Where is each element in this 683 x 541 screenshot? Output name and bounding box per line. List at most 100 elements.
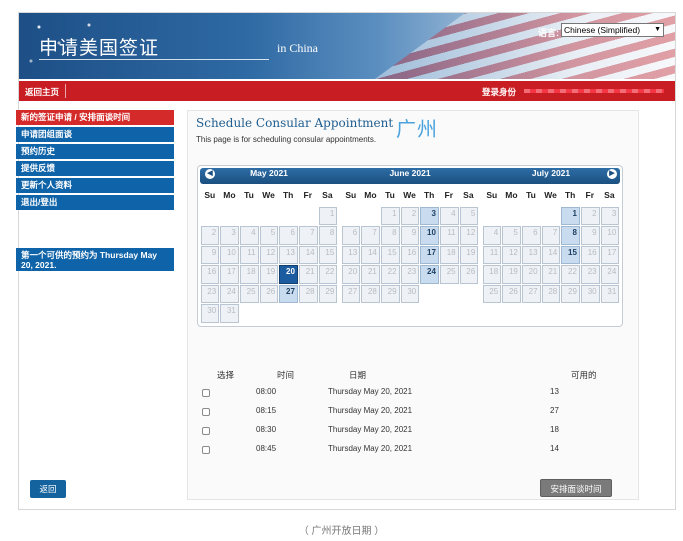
day-cell: 21 xyxy=(361,265,380,284)
day-cell: 18 xyxy=(482,265,502,284)
day-cell-selected[interactable]: 20 xyxy=(279,265,298,284)
site-title: 申请美国签证 xyxy=(39,37,160,59)
day-cell: 7 xyxy=(541,226,561,245)
day-cell: 22 xyxy=(318,265,338,284)
weekday-label: Mo xyxy=(505,190,518,200)
day-cell: 19 xyxy=(502,265,521,284)
day-cell: 29 xyxy=(318,284,338,303)
day-cell-available[interactable]: 3 xyxy=(420,206,439,225)
schedule-interview-button[interactable]: 安排面谈时间 xyxy=(540,479,612,497)
day-cell: 18 xyxy=(239,265,259,284)
day-cell: 30 xyxy=(580,284,600,303)
column-header-date: 日期 xyxy=(349,370,367,380)
day-cell: 28 xyxy=(361,284,380,303)
day-cell: 3 xyxy=(600,206,620,225)
weekday-label: Su xyxy=(345,190,357,200)
day-cell: 23 xyxy=(400,265,420,284)
sidebar-item-update-profile[interactable]: 更新个人资料 xyxy=(16,178,174,193)
day-cell-available[interactable]: 8 xyxy=(561,226,580,245)
day-cell: 2 xyxy=(200,226,220,245)
sidebar-item-group-interview[interactable]: 申请团组面谈 xyxy=(16,127,174,142)
weekday-label: Tu xyxy=(526,190,536,200)
page-description: This page is for scheduling consular app… xyxy=(196,135,377,144)
day-cell-available[interactable]: 15 xyxy=(561,245,580,264)
redacted-identity xyxy=(524,89,664,93)
city-label: 广州 xyxy=(396,119,438,141)
slot-count: 14 xyxy=(550,444,559,453)
day-cell: 20 xyxy=(341,265,361,284)
day-cell: 28 xyxy=(541,284,561,303)
day-cell: 29 xyxy=(561,284,580,303)
day-cell: 12 xyxy=(459,226,479,245)
day-cell: 23 xyxy=(580,265,600,284)
weekday-header: Su Mo Tu We Th Fr Sa xyxy=(200,190,338,200)
day-cell: 8 xyxy=(318,226,338,245)
sidebar-item-feedback[interactable]: 提供反馈 xyxy=(16,161,174,176)
weekday-label: We xyxy=(262,190,275,200)
day-cell: 19 xyxy=(259,265,279,284)
day-cell: 2 xyxy=(580,206,600,225)
day-cell: 14 xyxy=(541,245,561,264)
home-link[interactable]: 返回主页 xyxy=(25,86,59,98)
slot-checkbox[interactable] xyxy=(202,446,210,454)
back-button[interactable]: 返回 xyxy=(30,480,66,498)
day-cell: 5 xyxy=(259,226,279,245)
weekday-label: Sa xyxy=(322,190,333,200)
day-cell: 16 xyxy=(400,245,420,264)
slot-date: Thursday May 20, 2021 xyxy=(328,387,413,396)
day-cell: 12 xyxy=(259,245,279,264)
slot-checkbox[interactable] xyxy=(202,408,210,416)
day-cell: 25 xyxy=(239,284,259,303)
empty-day-cell xyxy=(220,207,239,226)
weekday-label: Fr xyxy=(303,190,313,200)
day-cell: 25 xyxy=(439,265,459,284)
day-cell: 10 xyxy=(600,226,620,245)
day-cell: 14 xyxy=(298,245,318,264)
day-cell-available[interactable]: 27 xyxy=(279,284,298,303)
empty-day-cell xyxy=(361,207,380,226)
sidebar: 新的签证申请 / 安排面谈时间 申请团组面谈 预约历史 提供反馈 更新个人资料 … xyxy=(16,110,174,212)
day-grid: 1 2 3 4 5 6 7 8 9 10 11 12 13 14 15 16 17 18 19 20 21 22 23 24 2… xyxy=(482,206,620,304)
day-cell: 13 xyxy=(279,245,298,264)
day-cell-available[interactable]: 10 xyxy=(420,226,439,245)
slot-checkbox[interactable] xyxy=(202,427,210,435)
day-cell: 3 xyxy=(220,226,239,245)
day-cell: 31 xyxy=(600,284,620,303)
slot-time: 08:00 xyxy=(256,387,277,396)
sidebar-item-logout[interactable]: 退出/登出 xyxy=(16,195,174,210)
day-cell: 27 xyxy=(521,284,541,303)
day-cell: 17 xyxy=(600,245,620,264)
day-grid: 1 2 3 4 5 6 7 8 9 10 11 12 13 14 15 16 17 18 19 20 21 22 23 24 2… xyxy=(200,206,338,323)
sidebar-item-new-application[interactable]: 新的签证申请 / 安排面谈时间 xyxy=(16,110,174,125)
day-cell: 5 xyxy=(459,206,479,225)
sidebar-item-appointment-history[interactable]: 预约历史 xyxy=(16,144,174,159)
nav-divider xyxy=(65,84,66,98)
day-cell-available[interactable]: 17 xyxy=(420,245,439,264)
day-cell-available[interactable]: 1 xyxy=(561,206,580,225)
slot-checkbox[interactable] xyxy=(202,389,210,397)
column-header-time: 时间 xyxy=(277,370,295,380)
empty-day-cell xyxy=(240,207,259,226)
language-select[interactable]: Chinese (Simplified) ▼ xyxy=(561,23,664,37)
slot-count: 18 xyxy=(550,425,559,434)
day-cell: 4 xyxy=(239,226,259,245)
day-cell: 28 xyxy=(298,284,318,303)
weekday-label: Sa xyxy=(604,190,615,200)
language-value: Chinese (Simplified) xyxy=(564,25,641,35)
page-title: Schedule Consular Appointment xyxy=(196,116,394,130)
day-cell: 17 xyxy=(220,265,239,284)
day-cell: 16 xyxy=(200,265,220,284)
empty-day-cell xyxy=(502,207,521,226)
day-cell: 24 xyxy=(220,284,239,303)
column-header-available: 可用的 xyxy=(571,370,597,380)
day-cell: 21 xyxy=(298,265,318,284)
empty-day-cell xyxy=(279,207,298,226)
weekday-label: Th xyxy=(282,190,294,200)
slot-count: 27 xyxy=(550,406,559,415)
day-cell-available[interactable]: 24 xyxy=(420,265,439,284)
day-cell: 15 xyxy=(318,245,338,264)
weekday-label: Su xyxy=(204,190,216,200)
weekday-label: We xyxy=(403,190,416,200)
empty-day-cell xyxy=(342,207,361,226)
empty-day-cell xyxy=(522,207,541,226)
